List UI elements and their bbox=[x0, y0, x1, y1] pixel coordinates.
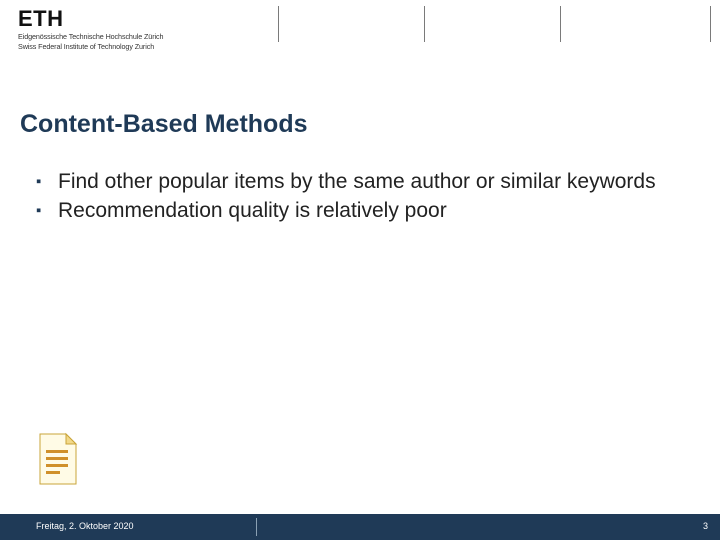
eth-logo-text: ETH bbox=[18, 8, 163, 30]
footer-date: Freitag, 2. Oktober 2020 bbox=[36, 521, 134, 531]
slide: ETH Eidgenössische Technische Hochschule… bbox=[0, 0, 720, 540]
footer-separator bbox=[256, 518, 257, 536]
eth-logo-sub2: Swiss Federal Institute of Technology Zu… bbox=[18, 42, 163, 51]
bullet-item: Recommendation quality is relatively poo… bbox=[36, 198, 666, 225]
page-number: 3 bbox=[703, 521, 708, 531]
eth-logo: ETH Eidgenössische Technische Hochschule… bbox=[18, 8, 163, 51]
document-icon bbox=[36, 432, 80, 488]
separator bbox=[278, 6, 279, 42]
separator bbox=[560, 6, 561, 42]
separator bbox=[710, 6, 711, 42]
separator bbox=[424, 6, 425, 42]
slide-title: Content-Based Methods bbox=[20, 110, 308, 139]
bullet-item: Find other popular items by the same aut… bbox=[36, 169, 666, 196]
eth-logo-sub1: Eidgenössische Technische Hochschule Zür… bbox=[18, 32, 163, 41]
bullet-list: Find other popular items by the same aut… bbox=[36, 169, 666, 227]
footer-bar: Freitag, 2. Oktober 2020 3 bbox=[0, 514, 720, 540]
